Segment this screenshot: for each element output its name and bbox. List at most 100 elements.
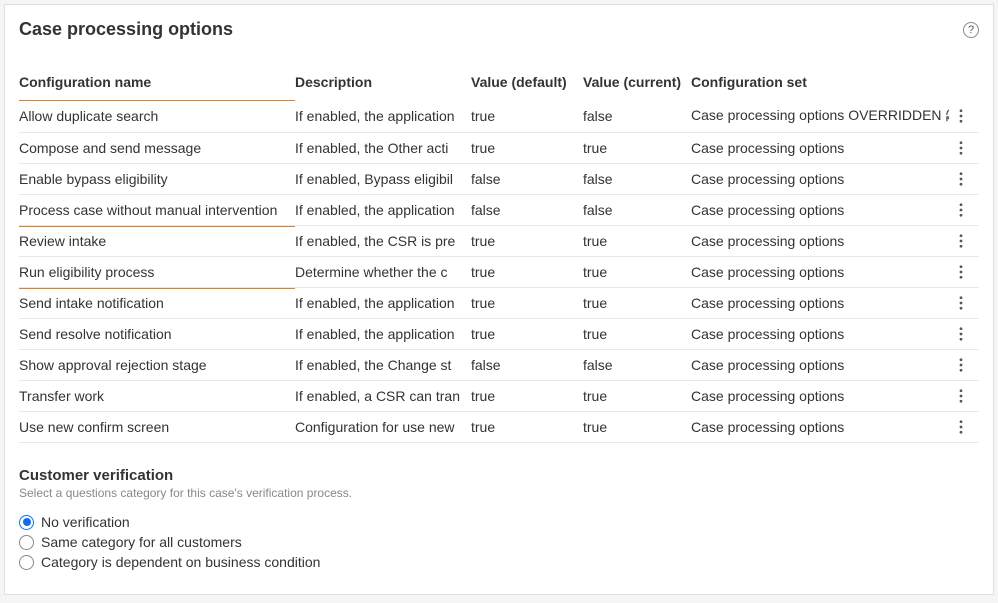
radio-label: Same category for all customers [41,534,242,550]
config-current-cell: true [583,319,691,350]
table-row[interactable]: Enable bypass eligibilityIf enabled, Byp… [19,164,979,195]
kebab-menu-icon[interactable] [949,389,973,403]
help-icon[interactable]: ? [963,22,979,38]
config-default-cell: true [471,226,583,257]
config-current-cell: true [583,412,691,443]
kebab-menu-icon[interactable] [949,265,973,279]
config-name-cell: Allow duplicate search [19,100,295,133]
radio-label: Category is dependent on business condit… [41,554,320,570]
config-current-cell: false [583,100,691,133]
row-actions-cell [949,164,979,195]
col-vcur-header[interactable]: Value (current) [583,68,691,100]
refresh-icon[interactable] [945,107,949,125]
kebab-menu-icon[interactable] [949,296,973,310]
config-default-cell: true [471,288,583,319]
config-current-cell: false [583,350,691,381]
config-current-cell: true [583,133,691,164]
table-header-row: Configuration name Description Value (de… [19,68,979,100]
config-default-cell: true [471,257,583,288]
config-name-cell: Enable bypass eligibility [19,164,295,195]
config-default-cell: true [471,133,583,164]
kebab-menu-icon[interactable] [949,420,973,434]
table-row[interactable]: Use new confirm screenConfiguration for … [19,412,979,443]
config-desc-cell: If enabled, the application [295,319,471,350]
config-desc-cell: If enabled, the Other acti [295,133,471,164]
config-set-cell: Case processing options [691,133,949,164]
config-set-cell: Case processing options [691,381,949,412]
row-actions-cell [949,257,979,288]
row-actions-cell [949,412,979,443]
config-current-cell: false [583,164,691,195]
config-set-cell: Case processing options [691,195,949,226]
radio-option[interactable]: Category is dependent on business condit… [19,554,979,570]
config-desc-cell: If enabled, a CSR can tran [295,381,471,412]
table-row[interactable]: Send resolve notificationIf enabled, the… [19,319,979,350]
kebab-menu-icon[interactable] [949,358,973,372]
col-vdef-header[interactable]: Value (default) [471,68,583,100]
col-cset-header[interactable]: Configuration set [691,68,949,100]
row-actions-cell [949,288,979,319]
config-desc-cell: If enabled, the application [295,100,471,133]
config-set-cell: Case processing options [691,319,949,350]
row-actions-cell [949,133,979,164]
row-actions-cell [949,226,979,257]
kebab-menu-icon[interactable] [949,203,973,217]
config-default-cell: false [471,350,583,381]
verification-title: Customer verification [19,467,979,484]
config-name-cell: Process case without manual intervention [19,195,295,226]
config-name-cell: Send resolve notification [19,319,295,350]
config-set-cell: Case processing options [691,257,949,288]
config-default-cell: false [471,195,583,226]
table-row[interactable]: Show approval rejection stageIf enabled,… [19,350,979,381]
table-row[interactable]: Process case without manual intervention… [19,195,979,226]
config-name-cell: Review intake [19,226,295,257]
config-name-cell: Send intake notification [19,288,295,319]
config-name-cell: Show approval rejection stage [19,350,295,381]
table-row[interactable]: Review intakeIf enabled, the CSR is pret… [19,226,979,257]
config-set-cell: Case processing options [691,226,949,257]
kebab-menu-icon[interactable] [949,109,973,123]
case-processing-panel: Case processing options ? Configuration … [4,4,994,595]
config-current-cell: true [583,257,691,288]
config-set-cell: Case processing options [691,350,949,381]
radio-button-icon[interactable] [19,535,34,550]
radio-button-icon[interactable] [19,555,34,570]
config-set-cell: Case processing options OVERRIDDEN [691,100,949,133]
verification-subtitle: Select a questions category for this cas… [19,486,979,500]
col-name-header[interactable]: Configuration name [19,68,295,100]
kebab-menu-icon[interactable] [949,327,973,341]
kebab-menu-icon[interactable] [949,172,973,186]
config-desc-cell: Determine whether the c [295,257,471,288]
config-set-cell: Case processing options [691,412,949,443]
config-desc-cell: If enabled, Bypass eligibil [295,164,471,195]
table-row[interactable]: Send intake notificationIf enabled, the … [19,288,979,319]
config-desc-cell: Configuration for use new [295,412,471,443]
radio-option[interactable]: Same category for all customers [19,534,979,550]
page-title: Case processing options [19,19,233,40]
table-row[interactable]: Transfer workIf enabled, a CSR can trant… [19,381,979,412]
radio-label: No verification [41,514,130,530]
config-current-cell: true [583,288,691,319]
row-actions-cell [949,195,979,226]
config-name-cell: Compose and send message [19,133,295,164]
table-row[interactable]: Compose and send messageIf enabled, the … [19,133,979,164]
config-current-cell: true [583,226,691,257]
row-actions-cell [949,100,979,133]
kebab-menu-icon[interactable] [949,234,973,248]
table-row[interactable]: Run eligibility processDetermine whether… [19,257,979,288]
table-row[interactable]: Allow duplicate searchIf enabled, the ap… [19,100,979,133]
config-desc-cell: If enabled, the application [295,288,471,319]
config-table: Configuration name Description Value (de… [19,68,979,443]
col-actions-header [949,68,979,100]
col-desc-header[interactable]: Description [295,68,471,100]
radio-option[interactable]: No verification [19,514,979,530]
config-default-cell: true [471,412,583,443]
radio-button-icon[interactable] [19,515,34,530]
config-current-cell: false [583,195,691,226]
kebab-menu-icon[interactable] [949,141,973,155]
config-name-cell: Transfer work [19,381,295,412]
config-default-cell: true [471,100,583,133]
row-actions-cell [949,319,979,350]
row-actions-cell [949,381,979,412]
config-default-cell: true [471,319,583,350]
